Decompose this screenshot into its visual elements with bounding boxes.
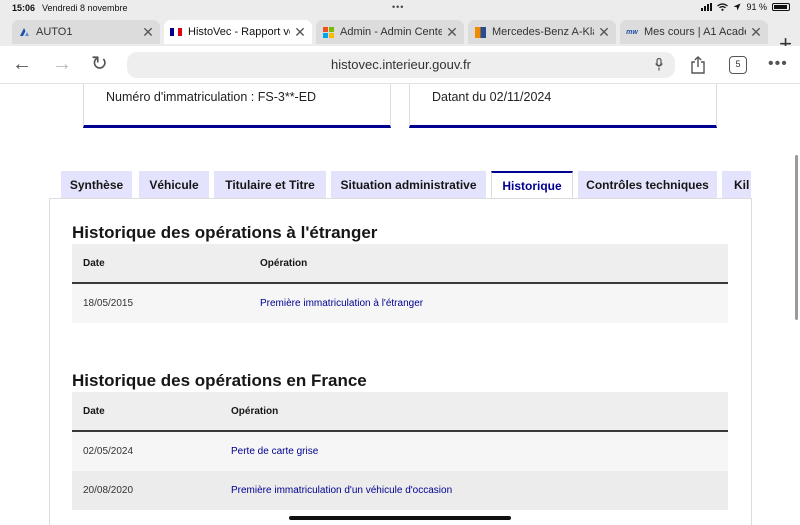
microsoft-favicon-icon (322, 26, 334, 38)
status-date: Vendredi 8 novembre (42, 3, 128, 13)
browser-toolbar: ← → ↻ histovec.interieur.gouv.fr 5 ••• (0, 46, 800, 84)
address-bar[interactable]: histovec.interieur.gouv.fr (127, 52, 675, 78)
tab-historique[interactable]: Historique (491, 171, 573, 199)
battery-icon (772, 3, 790, 11)
battery-percent: 91 % (746, 2, 767, 12)
browser-tab-auto1[interactable]: AUTO1 ✕ (12, 20, 160, 44)
historique-panel: Historique des opérations à l'étranger D… (49, 198, 752, 525)
browser-tab-title: Admin - Admin Center (340, 26, 442, 38)
microphone-icon[interactable] (655, 58, 663, 71)
registration-number: Numéro d'immatriculation : FS-3**-ED (106, 90, 317, 104)
wifi-icon (717, 3, 729, 11)
tab-controles-techniques[interactable]: Contrôles techniques (578, 171, 717, 199)
share-icon[interactable] (690, 56, 706, 74)
browser-tab-a1-academy[interactable]: mw Mes cours | A1 Acade ✕ (620, 20, 768, 44)
row-date: 20/08/2020 (83, 485, 134, 496)
status-indicators: 91 % (701, 2, 790, 12)
url-text: histovec.interieur.gouv.fr (331, 57, 471, 72)
cellular-signal-icon (701, 3, 713, 11)
reload-icon[interactable]: ↻ (91, 54, 108, 74)
table-row: 02/05/2024 Perte de carte grise (72, 432, 728, 471)
multitasking-dots-icon[interactable]: ••• (392, 2, 404, 12)
table-row: 20/08/2020 Première immatriculation d'un… (72, 471, 728, 510)
browser-tab-histovec[interactable]: HistoVec - Rapport ve ✕ (164, 20, 312, 44)
forward-icon[interactable]: → (52, 54, 72, 74)
row-operation: Première immatriculation d'un véhicule d… (231, 485, 453, 496)
column-header-date: Date (83, 258, 105, 269)
report-date-card: Datant du 02/11/2024 (409, 84, 717, 128)
tab-situation-administrative[interactable]: Situation administrative (331, 171, 486, 199)
report-tabs: Synthèse Véhicule Titulaire et Titre Sit… (61, 171, 751, 199)
mercedes-favicon-icon (474, 26, 486, 38)
table-header: Date Opération (72, 392, 728, 432)
report-date: Datant du 02/11/2024 (432, 90, 552, 104)
tab-synthese[interactable]: Synthèse (61, 171, 132, 199)
row-date: 02/05/2024 (83, 446, 134, 457)
french-flag-favicon-icon (170, 26, 182, 38)
tab-count-button[interactable]: 5 (729, 56, 747, 74)
browser-tab-bar: AUTO1 ✕ HistoVec - Rapport ve ✕ Admin - … (0, 16, 800, 55)
column-header-date: Date (83, 406, 105, 417)
close-tab-icon[interactable]: ✕ (446, 24, 458, 41)
status-bar: 15:06 Vendredi 8 novembre ••• 91 % (0, 0, 800, 16)
row-date: 18/05/2015 (83, 298, 134, 309)
tab-kilometrage[interactable]: Kil (722, 171, 751, 199)
status-time: 15:06 (12, 3, 36, 13)
browser-tab-title: HistoVec - Rapport ve (188, 26, 290, 38)
abroad-history-table: Date Opération 18/05/2015 Première immat… (72, 244, 728, 323)
browser-tab-title: Mercedes-Benz A-Kla (492, 26, 594, 38)
row-operation: Perte de carte grise (231, 446, 319, 457)
france-history-table: Date Opération 02/05/2024 Perte de carte… (72, 392, 728, 510)
column-header-operation: Opération (231, 406, 279, 417)
close-tab-icon[interactable]: ✕ (598, 24, 610, 41)
close-tab-icon[interactable]: ✕ (750, 24, 762, 41)
france-history-title: Historique des opérations en France (72, 371, 367, 390)
table-row: 18/05/2015 Première immatriculation à l'… (72, 284, 728, 323)
tab-titulaire[interactable]: Titulaire et Titre (214, 171, 326, 199)
more-options-icon[interactable]: ••• (768, 55, 788, 73)
column-header-operation: Opération (260, 258, 308, 269)
a1-academy-favicon-icon: mw (626, 28, 638, 36)
browser-tab-admin[interactable]: Admin - Admin Center ✕ (316, 20, 464, 44)
page-scrollbar[interactable] (795, 155, 798, 320)
back-icon[interactable]: ← (12, 54, 32, 74)
row-operation: Première immatriculation à l'étranger (260, 298, 424, 309)
browser-tab-mercedes[interactable]: Mercedes-Benz A-Kla ✕ (468, 20, 616, 44)
location-icon (733, 3, 741, 11)
close-tab-icon[interactable]: ✕ (294, 24, 306, 41)
auto1-favicon-icon (18, 26, 30, 38)
table-header: Date Opération (72, 244, 728, 284)
browser-tab-title: Mes cours | A1 Acade (644, 26, 746, 38)
browser-tab-title: AUTO1 (36, 26, 73, 38)
tab-vehicule[interactable]: Véhicule (139, 171, 209, 199)
abroad-history-title: Historique des opérations à l'étranger (72, 223, 378, 242)
close-tab-icon[interactable]: ✕ (142, 24, 154, 41)
home-indicator[interactable] (289, 516, 511, 520)
registration-card: Numéro d'immatriculation : FS-3**-ED (83, 84, 391, 128)
